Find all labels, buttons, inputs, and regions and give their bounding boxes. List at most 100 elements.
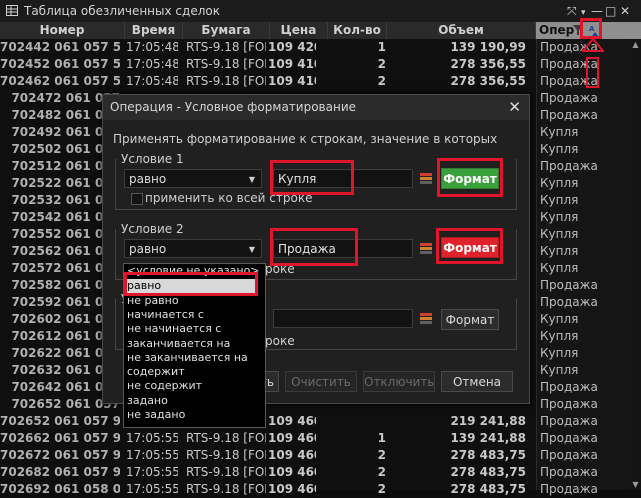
dropdown-option[interactable]: начинается с (127, 308, 204, 322)
cell-sec: RTS-9.18 [FORT (186, 465, 266, 479)
cell-qty: 2 (377, 448, 386, 462)
dropdown-option[interactable]: не начинается с (127, 322, 221, 336)
color-palette-icon[interactable] (420, 312, 432, 325)
table-row[interactable]: 702662 061 057 959 17:05:55 RTS-9.18 [FORT… (0, 430, 641, 447)
dropdown-option[interactable]: не задано (127, 408, 185, 422)
table-row[interactable]: 702462 061 057 516 17:05:48 RTS-9.18 [FORT… (0, 73, 641, 90)
cell-price: 109 460 (268, 431, 316, 445)
dropdown-option[interactable]: не заканчивается на (127, 351, 248, 365)
cell-qty: 2 (377, 74, 386, 88)
cell-price: 109 410 (268, 57, 316, 71)
cell-vol: 139 241,88 (450, 431, 526, 445)
cond3-format-button[interactable]: Формат (441, 309, 499, 330)
cell-op: Продажа (540, 465, 598, 479)
cell-op: Продажа (540, 380, 598, 394)
cell-sec: RTS-9.18 [FORT (186, 448, 266, 462)
cell-time: 17:05:55 (126, 448, 178, 462)
dropdown-option[interactable]: содержит (127, 365, 185, 379)
cell-time: 17:05:48 (126, 57, 178, 71)
table-row[interactable]: 702682 061 057 962 17:05:55 RTS-9.18 [FORT… (0, 464, 641, 481)
table-row[interactable]: 702652 061 057 958 109 460 219 241,88 Прода… (0, 413, 641, 430)
col-header-number[interactable]: Номер (0, 22, 125, 39)
annotation-highlight-cond2-format (436, 228, 503, 264)
minimize-button[interactable]: — (591, 4, 603, 18)
cell-num: 702672 061 057 960 (0, 448, 120, 462)
cell-time: 17:05:48 (126, 40, 178, 54)
col-header-time[interactable]: Время (125, 22, 183, 39)
cell-op: Купля (540, 261, 579, 275)
scroll-up-arrow-icon[interactable]: ▲ (631, 40, 640, 49)
cell-op: Купля (540, 244, 579, 258)
cell-qty: 2 (377, 57, 386, 71)
dropdown-option[interactable]: задано (127, 394, 168, 408)
annotation-arrow-icon (582, 38, 604, 52)
cell-vol: 278 483,75 (450, 448, 526, 462)
cell-op: Купля (540, 125, 579, 139)
table-row[interactable]: 702452 061 057 515 17:05:48 RTS-9.18 [FORT… (0, 56, 641, 73)
cell-num: 702452 061 057 515 (0, 57, 120, 71)
table-row[interactable]: 702442 061 057 514 17:05:48 RTS-9.18 [FORT… (0, 39, 641, 56)
col-header-volume[interactable]: Объем (387, 22, 536, 39)
window-title: Таблица обезличенных сделок (24, 4, 220, 18)
cell-vol: 278 356,55 (450, 57, 526, 71)
cond2-operator-select[interactable]: равно ▼ (124, 239, 262, 258)
cell-op: Продажа (540, 295, 598, 309)
disable-button[interactable]: Отключить (363, 371, 435, 392)
cancel-button[interactable]: Отмена (441, 371, 513, 392)
cell-num: 702462 061 057 516 (0, 74, 120, 88)
trades-window: Таблица обезличенных сделок ⤧ ▾ — □ ✕ Но… (0, 0, 641, 496)
cell-op: Продажа (540, 414, 598, 428)
cell-op: Купля (540, 312, 579, 326)
cell-price: 109 410 (268, 74, 316, 88)
cell-op: Продажа (540, 91, 598, 105)
vertical-scrollbar[interactable]: ▲ ▼ (630, 39, 641, 490)
color-palette-icon[interactable] (420, 172, 432, 185)
link-icon[interactable]: ⤧ (567, 4, 577, 18)
cond3-value-input[interactable] (273, 309, 413, 328)
cell-qty: 2 (377, 465, 386, 479)
cell-price: 109 420 (268, 40, 316, 54)
dialog-intro: Применять форматирование к строкам, знач… (113, 132, 498, 146)
maximize-button[interactable]: □ (605, 4, 616, 18)
cond1-operator-select[interactable]: равно ▼ (124, 169, 262, 188)
clear-button[interactable]: Очистить (285, 371, 357, 392)
cell-op: Продажа (540, 108, 598, 122)
dialog-titlebar: Операция - Условное форматирование ✕ (103, 95, 529, 120)
dropdown-option[interactable]: заканчивается на (127, 337, 230, 351)
cell-op: Купля (540, 227, 579, 241)
table-row[interactable]: 702672 061 057 960 17:05:55 RTS-9.18 [FORT… (0, 447, 641, 464)
cell-op: Продажа (540, 74, 598, 88)
cell-op: Купля (540, 176, 579, 190)
col-header-price[interactable]: Цена (270, 22, 328, 39)
cell-sec: RTS-9.18 [FORT (186, 74, 266, 88)
cell-op: Продажа (540, 431, 598, 445)
cell-price: 109 460 (268, 448, 316, 462)
window-titlebar: Таблица обезличенных сделок ⤧ ▾ — □ ✕ (0, 0, 641, 23)
cell-sec: RTS-9.18 [FORT (186, 40, 266, 54)
annotation-highlight-cond1-format (437, 158, 503, 197)
cell-time: 17:05:55 (126, 465, 178, 479)
col-header-qty[interactable]: Кол-во (328, 22, 387, 39)
cell-op: Продажа (540, 159, 598, 173)
cell-time: 17:05:55 (126, 431, 178, 445)
color-palette-icon[interactable] (420, 242, 432, 255)
cell-vol: 139 190,99 (450, 40, 526, 54)
cell-qty (330, 413, 386, 430)
cell-op: Продажа (540, 448, 598, 462)
chevron-down-icon: ▼ (248, 245, 255, 254)
col-header-security[interactable]: Бумага (183, 22, 270, 39)
dialog-close-icon[interactable]: ✕ (508, 95, 521, 120)
annotation-highlight-sort (580, 18, 602, 39)
cell-num: 702662 061 057 959 (0, 431, 120, 445)
cell-price: 109 460 (268, 414, 316, 428)
cell-op: Купля (540, 193, 579, 207)
dropdown-option[interactable]: не содержит (127, 379, 202, 393)
cond1-apply-row-checkbox[interactable] (131, 193, 143, 205)
cell-op: Купля (540, 210, 579, 224)
close-window-button[interactable]: ✕ (620, 4, 630, 18)
cell-op: Продажа (540, 278, 598, 292)
scroll-down-arrow-icon[interactable]: ▼ (631, 480, 640, 489)
chevron-down-icon: ▼ (248, 175, 255, 184)
cell-sec: RTS-9.18 [FORT (186, 57, 266, 71)
cell-op: Купля (540, 142, 579, 156)
